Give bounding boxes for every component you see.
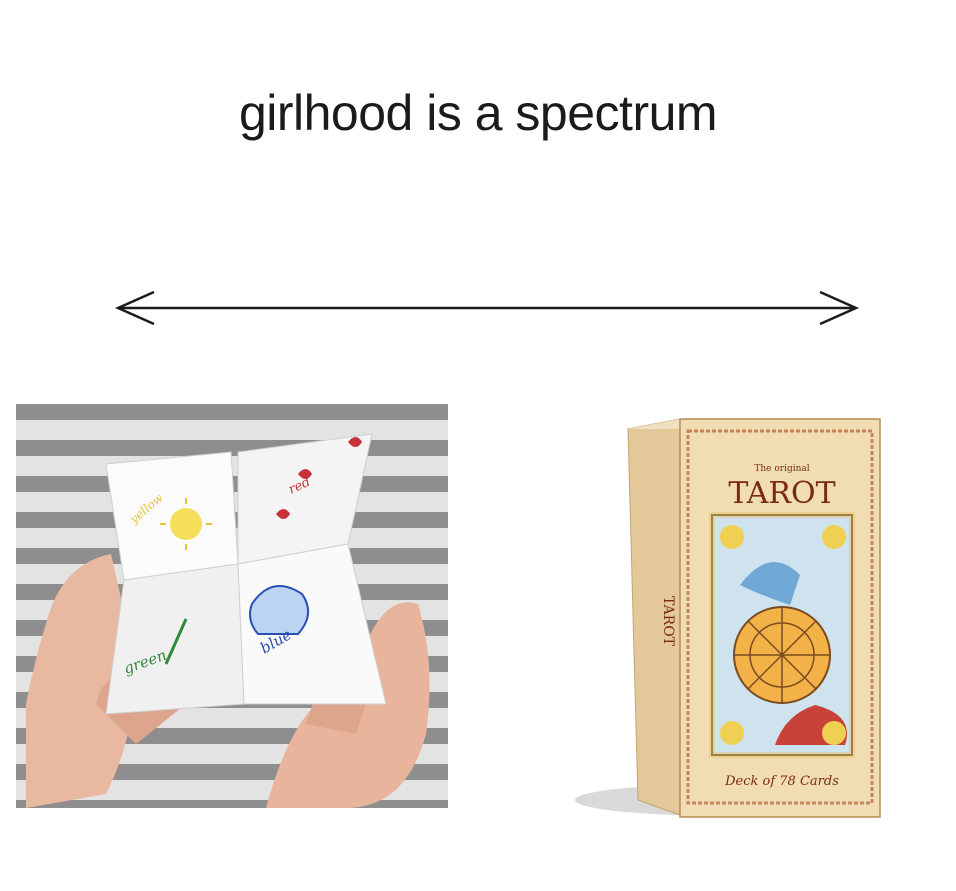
tarot-spine-label: TAROT bbox=[660, 596, 676, 647]
spectrum-arrow bbox=[114, 290, 860, 326]
tarot-deck-box: The original TAROT Deck of 78 Cards TARO… bbox=[575, 418, 881, 818]
tarot-title: TAROT bbox=[728, 476, 835, 511]
tarot-footer: Deck of 78 Cards bbox=[724, 774, 839, 789]
meme-caption: girlhood is a spectrum bbox=[238, 85, 718, 141]
paper-fortune-teller-photo: blue green yellow red bbox=[16, 404, 448, 808]
tarot-subtitle: The original bbox=[754, 464, 809, 474]
